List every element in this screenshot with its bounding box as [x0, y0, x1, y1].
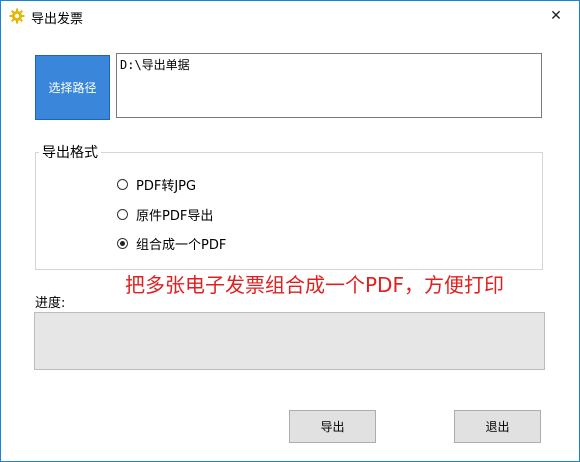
- export-format-title: 导出格式: [39, 142, 101, 162]
- close-button[interactable]: ✕: [533, 1, 579, 31]
- title-bar[interactable]: 导出发票 ✕: [1, 1, 579, 31]
- radio-label: 组合成一个PDF: [136, 238, 227, 253]
- close-icon: ✕: [550, 8, 562, 24]
- radio-button-icon: [117, 209, 128, 220]
- progress-label: 进度:: [35, 296, 66, 311]
- export-invoice-window: 导出发票 ✕ 选择路径 D:\导出单据 导出格式 PDF转JPG 原件PDF导出…: [0, 0, 580, 462]
- exit-button[interactable]: 退出: [454, 410, 541, 443]
- gear-icon: [9, 8, 25, 24]
- radio-pdf-to-jpg[interactable]: PDF转JPG: [117, 175, 196, 194]
- radio-selected-icon: [117, 238, 128, 249]
- progress-bar: [34, 312, 545, 370]
- export-format-group: [35, 152, 543, 270]
- radio-button-icon: [117, 179, 128, 190]
- radio-label: 原件PDF导出: [136, 209, 214, 224]
- annotation-text: 把多张电子发票组合成一个PDF，方便打印: [125, 273, 504, 297]
- export-button[interactable]: 导出: [289, 410, 376, 443]
- radio-merge-pdf[interactable]: 组合成一个PDF: [117, 234, 226, 253]
- window-title: 导出发票: [31, 12, 84, 27]
- radio-original-pdf[interactable]: 原件PDF导出: [117, 205, 213, 224]
- path-field[interactable]: D:\导出单据: [116, 53, 542, 118]
- radio-label: PDF转JPG: [136, 179, 197, 194]
- choose-path-button[interactable]: 选择路径: [35, 55, 110, 120]
